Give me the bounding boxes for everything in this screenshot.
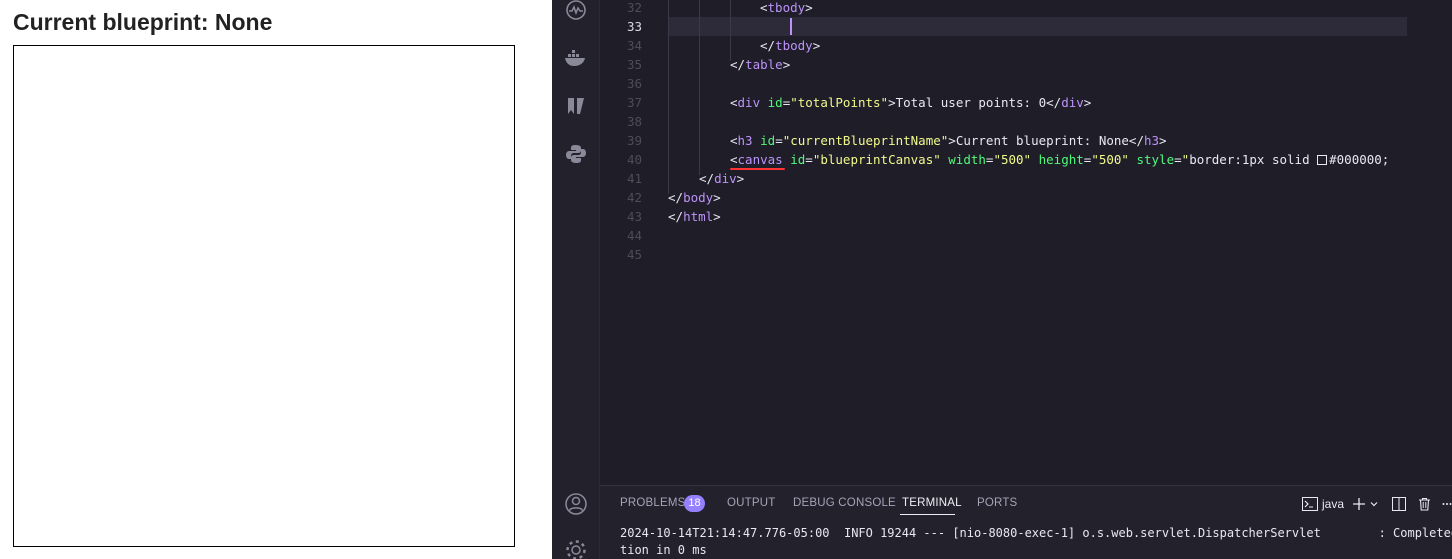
line-number: 32 bbox=[626, 0, 642, 15]
code-text: </table> bbox=[730, 57, 791, 72]
line-number: 33 bbox=[626, 19, 642, 34]
ellipsis-icon bbox=[1442, 503, 1452, 505]
line-number: 36 bbox=[626, 76, 642, 91]
chevron-down-icon bbox=[1370, 502, 1378, 507]
terminal-icon bbox=[1302, 497, 1318, 511]
code-line: 42 </body> bbox=[600, 188, 1452, 207]
code-line: 34 </tbody> bbox=[600, 36, 1452, 55]
code-text: <tbody> bbox=[760, 0, 813, 15]
split-terminal-button[interactable] bbox=[1392, 495, 1406, 513]
line-number: 37 bbox=[626, 95, 642, 110]
bottom-panel: PROBLEMS 18 OUTPUT DEBUG CONSOLE TERMINA… bbox=[600, 485, 1452, 559]
line-number: 42 bbox=[626, 190, 642, 205]
line-number: 41 bbox=[626, 171, 642, 186]
color-swatch[interactable] bbox=[1317, 155, 1328, 165]
bookmark-icon[interactable] bbox=[564, 94, 588, 118]
settings-icon[interactable] bbox=[564, 538, 588, 559]
line-number: 35 bbox=[626, 57, 642, 72]
kill-terminal-button[interactable] bbox=[1418, 495, 1431, 513]
code-text: </body> bbox=[668, 190, 721, 205]
terminal-name: java bbox=[1322, 497, 1345, 511]
code-line: 32 <tbody> bbox=[600, 0, 1452, 17]
code-area[interactable]: 32 <tbody> 33 34 </tbody> 35 </table> 36 37 <div … bbox=[600, 0, 1452, 485]
terminal-selector[interactable]: java bbox=[1302, 495, 1344, 513]
code-line: 39 <h3 id="currentBlueprintName">Current … bbox=[600, 131, 1452, 150]
account-icon[interactable] bbox=[564, 492, 588, 516]
line-number: 43 bbox=[626, 209, 642, 224]
line-number: 34 bbox=[626, 38, 642, 53]
line-number: 40 bbox=[626, 152, 642, 167]
pulse-icon[interactable] bbox=[564, 0, 588, 22]
code-line: 41 </div> bbox=[600, 169, 1452, 188]
tab-ports[interactable]: PORTS bbox=[977, 497, 1017, 509]
tab-debug-console[interactable]: DEBUG CONSOLE bbox=[793, 497, 896, 509]
code-text: <div id="totalPoints">Total user points:… bbox=[730, 95, 1092, 110]
tab-output[interactable]: OUTPUT bbox=[727, 497, 775, 509]
problems-count-badge: 18 bbox=[684, 495, 705, 512]
docker-icon[interactable] bbox=[564, 46, 588, 70]
active-tab-indicator bbox=[900, 514, 955, 515]
code-editor-window: 32 <tbody> 33 34 </tbody> 35 </table> 36 37 <div … bbox=[552, 0, 1452, 559]
code-line: 44 bbox=[600, 226, 1452, 245]
code-text: <h3 id="currentBlueprintName">Current bl… bbox=[730, 133, 1167, 148]
python-icon[interactable] bbox=[564, 142, 588, 166]
code-text: </div> bbox=[699, 171, 745, 186]
blueprint-canvas[interactable] bbox=[13, 45, 515, 547]
new-terminal-button[interactable] bbox=[1352, 495, 1379, 513]
code-line: 45 bbox=[600, 245, 1452, 264]
terminal-output-line: tion in 0 ms bbox=[620, 543, 707, 557]
line-number: 39 bbox=[626, 133, 642, 148]
current-blueprint-heading: Current blueprint: None bbox=[13, 9, 273, 35]
code-line: 43 </html> bbox=[600, 207, 1452, 226]
code-text: <canvas id="blueprintCanvas" width="500"… bbox=[730, 152, 1390, 167]
code-text: </html> bbox=[668, 209, 721, 224]
code-line: 38 bbox=[600, 112, 1452, 131]
more-actions-button[interactable] bbox=[1442, 495, 1452, 513]
code-line: 40 <canvas id="blueprintCanvas" width="50… bbox=[600, 150, 1452, 169]
line-number: 45 bbox=[626, 247, 642, 262]
trash-icon bbox=[1419, 497, 1430, 511]
code-line: 33 bbox=[600, 17, 1452, 36]
error-squiggle bbox=[730, 168, 785, 170]
split-icon bbox=[1392, 497, 1406, 511]
code-line: 36 bbox=[600, 74, 1452, 93]
line-number: 44 bbox=[626, 228, 642, 243]
code-line: 35 </table> bbox=[600, 55, 1452, 74]
tab-problems[interactable]: PROBLEMS bbox=[620, 497, 686, 509]
code-line: 37 <div id="totalPoints">Total user point… bbox=[600, 93, 1452, 112]
tab-terminal[interactable]: TERMINAL bbox=[902, 497, 962, 509]
line-number: 38 bbox=[626, 114, 642, 129]
activity-bar bbox=[552, 0, 600, 559]
browser-pane: Current blueprint: None bbox=[0, 0, 552, 559]
code-text: </tbody> bbox=[760, 38, 821, 53]
terminal-output-line: 2024-10-14T21:14:47.776-05:00 INFO 19244… bbox=[620, 526, 1452, 540]
plus-icon bbox=[1353, 498, 1365, 510]
